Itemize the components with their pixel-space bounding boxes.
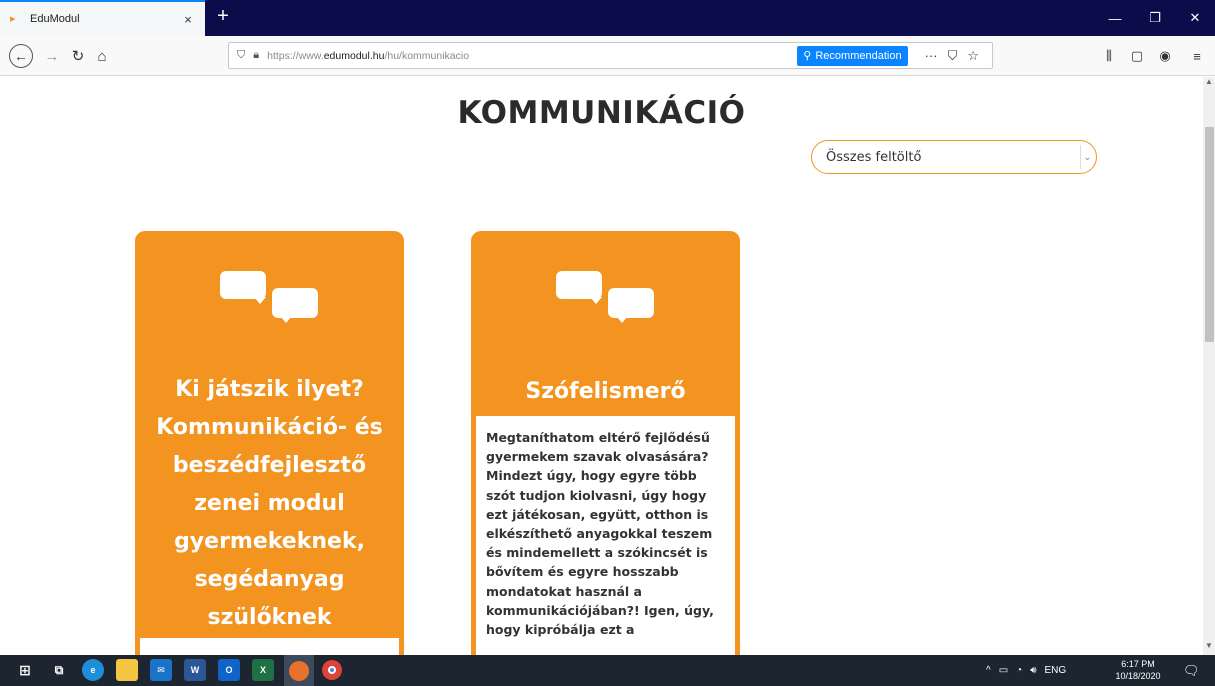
close-window-icon[interactable]: ✕ [1175,0,1215,36]
volume-icon[interactable]: 🔊︎ [1030,665,1036,676]
vertical-scrollbar[interactable]: ▲ ▼ [1203,77,1215,655]
pocket-icon[interactable]: ⛉ [948,48,958,64]
firefox-taskbar-button[interactable] [284,655,314,686]
chat-bubbles-icon [220,271,320,331]
card-title[interactable]: Szófelismerő [481,373,730,411]
card-description: Megtaníthatom eltérő fejlődésű gyermekem… [476,416,735,655]
language-indicator[interactable]: ENG [1045,665,1067,676]
excel-icon[interactable]: X [252,659,274,681]
page-content: KOMMUNIKÁCIÓ Összes feltöltő ⌄ Ki játszi… [0,77,1203,655]
system-tray: ^ ▭ ◔ 🔊︎ ENG [986,655,1066,686]
url-text[interactable]: https://www.edumodul.hu/hu/kommunikacio [267,50,797,62]
reload-icon[interactable]: ↻ [66,44,90,68]
lock-icon[interactable]: 🔒︎ [253,49,259,62]
tab-title: EduModul [30,13,80,25]
lightbulb-icon: ⚲ [803,50,812,62]
home-icon[interactable]: ⌂ [90,44,114,68]
module-card[interactable]: Szófelismerő Megtaníthatom eltérő fejlőd… [471,231,740,655]
chevron-down-icon[interactable]: ⌄ [1080,145,1094,169]
card-title[interactable]: Ki játszik ilyet? Kommunikáció- és beszé… [145,371,394,637]
restore-icon[interactable]: ❐ [1135,0,1175,36]
edumodul-favicon-icon: ▸ [10,13,16,25]
clock-time: 6:17 PM [1121,659,1155,669]
recommendation-button[interactable]: ⚲ Recommendation [797,45,908,66]
chat-bubbles-icon [556,271,656,331]
notifications-icon[interactable]: 🗨︎ [1183,655,1200,686]
battery-icon[interactable]: ▭ [999,665,1008,676]
back-icon[interactable]: ← [9,44,33,68]
tab-strip: ▸ EduModul × + — ❐ ✕ [0,0,1215,36]
chevron-up-icon[interactable]: ^ [986,665,991,676]
uploader-filter-value: Összes feltöltő [826,149,922,165]
file-explorer-icon[interactable] [116,659,138,681]
module-card[interactable]: Ki játszik ilyet? Kommunikáció- és beszé… [135,231,404,655]
minimize-icon[interactable]: — [1095,0,1135,36]
browser-tab[interactable]: ▸ EduModul × [0,0,205,36]
chrome-icon[interactable] [322,660,342,680]
scroll-up-icon[interactable]: ▲ [1203,77,1215,91]
taskbar-clock[interactable]: 6:17 PM 10/18/2020 [1108,658,1168,682]
task-view-icon[interactable]: ⧉ [48,659,70,681]
scroll-down-icon[interactable]: ▼ [1203,641,1215,655]
bookmark-star-icon[interactable]: ☆ [967,48,979,64]
firefox-icon [289,660,309,681]
forward-icon[interactable]: → [40,44,64,68]
word-icon[interactable]: W [184,659,206,681]
tracking-shield-icon[interactable]: ⛉ [237,49,245,62]
network-icon[interactable]: ◔ [1016,665,1022,676]
clock-date: 10/18/2020 [1115,671,1161,681]
sidebar-icon[interactable]: ▢ [1125,44,1149,68]
menu-icon[interactable]: ≡ [1185,44,1209,68]
new-tab-button[interactable]: + [212,6,234,28]
close-tab-icon[interactable]: × [181,12,195,27]
navigation-bar: ← → ↻ ⌂ ⛉ 🔒︎ https://www.edumodul.hu/hu/… [0,36,1215,76]
taskbar: ⊞ ⧉ e ✉ W O X ^ ▭ ◔ 🔊︎ ENG 6:17 PM 10/18… [0,655,1215,686]
scroll-thumb[interactable] [1205,127,1214,342]
edge-icon[interactable]: e [82,659,104,681]
address-bar[interactable]: ⛉ 🔒︎ https://www.edumodul.hu/hu/kommunik… [228,42,993,69]
page-title: KOMMUNIKÁCIÓ [457,95,746,131]
mail-icon[interactable]: ✉ [150,659,172,681]
card-description [140,638,399,655]
page-actions-icon[interactable]: ··· [925,48,938,63]
account-icon[interactable]: ◉ [1153,44,1177,68]
library-icon[interactable]: ⫼ [1097,44,1121,68]
uploader-filter-select[interactable]: Összes feltöltő ⌄ [811,140,1097,174]
windows-start-icon[interactable]: ⊞ [14,659,36,681]
outlook-icon[interactable]: O [218,659,240,681]
